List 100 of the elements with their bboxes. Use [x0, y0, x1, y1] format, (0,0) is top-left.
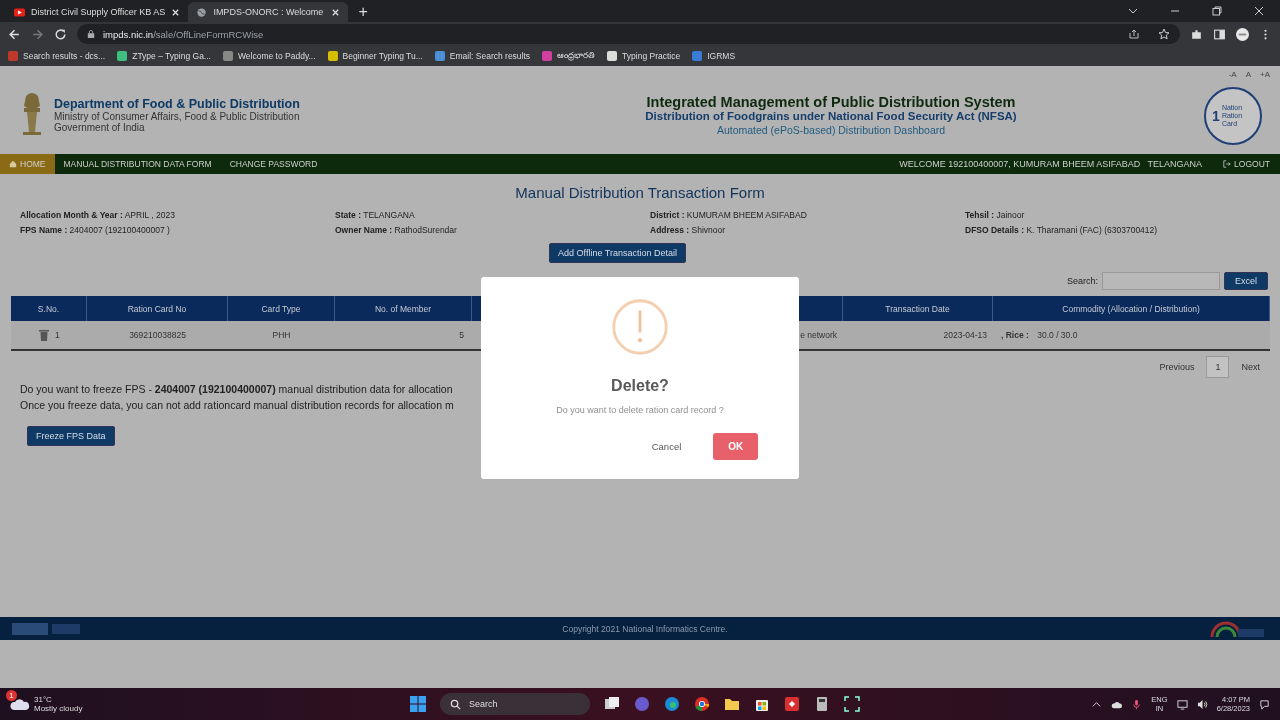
table-cell: 2023-04-13: [843, 321, 993, 349]
freeze-button[interactable]: Freeze FPS Data: [27, 426, 115, 446]
bookmark-icon: [117, 51, 128, 61]
warning-icon: [610, 297, 670, 357]
bookmark-icon: [222, 51, 233, 61]
screen-capture-icon[interactable]: [844, 696, 860, 712]
folder-icon[interactable]: [724, 696, 740, 712]
table-cell: PHH: [228, 321, 335, 349]
temperature-text: 31°C: [34, 695, 53, 704]
video-icon: [14, 7, 25, 17]
share-icon[interactable]: [1128, 28, 1140, 40]
info-field: State : TELANGANA: [335, 210, 650, 220]
close-icon[interactable]: [1253, 5, 1265, 17]
close-icon[interactable]: [171, 7, 181, 17]
ministry-name: Ministry of Consumer Affairs, Food & Public Distribution: [54, 111, 300, 122]
nav-item[interactable]: MANUAL DISTRIBUTION DATA FORM: [54, 154, 221, 174]
microphone-icon[interactable]: [1131, 698, 1143, 710]
excel-button[interactable]: Excel: [1224, 272, 1268, 290]
home-icon: [9, 160, 17, 168]
column-header: S.No.: [11, 296, 87, 321]
cancel-button[interactable]: Cancel: [643, 435, 690, 458]
bookmark-link[interactable]: Email: Search results: [434, 51, 531, 61]
weather-icon[interactable]: [10, 697, 30, 711]
freeze-notice: Do you want to freeze FPS - 2404007 (192100400007) manual distribution data for allocation: [20, 383, 454, 395]
lock-icon: [87, 29, 95, 39]
add-transaction-button[interactable]: Add Offline Transaction Detail: [549, 243, 686, 263]
bookmark-link[interactable]: ఆంధ్రభారతి: [542, 50, 596, 62]
logout-link[interactable]: LOGOUT: [1214, 154, 1280, 174]
calculator-icon[interactable]: [814, 696, 830, 712]
table-cell: 5: [335, 321, 472, 349]
side-panel-icon[interactable]: [1213, 27, 1226, 41]
column-header: Ration Card No: [87, 296, 228, 321]
notification-icon[interactable]: [1259, 698, 1270, 710]
copyright-text: Copyright 2021 National Informatics Centre.: [561, 623, 729, 634]
logout-icon: [1223, 160, 1232, 168]
back-icon[interactable]: [8, 27, 21, 41]
bookmark-link[interactable]: IGRMS: [692, 51, 736, 61]
edge-icon[interactable]: [664, 696, 680, 712]
freeze-notice: Once you freeze data, you can not add rationcard manual distribution records for allocation m: [20, 399, 455, 411]
trash-icon[interactable]: [39, 329, 49, 341]
form-title: Manual Distribution Transaction Form: [514, 184, 766, 201]
bookmark-link[interactable]: Welcome to Paddy...: [222, 51, 316, 61]
profile-avatar-icon[interactable]: [1236, 27, 1249, 41]
chrome-icon[interactable]: [694, 696, 710, 712]
table-cell: , Rice : 30.0 / 30.0: [993, 321, 1270, 349]
task-view-icon[interactable]: [604, 696, 620, 712]
browser-tab[interactable]: District Civil Supply Officer KB AS: [6, 2, 189, 22]
info-field: Tehsil : Jainoor: [965, 210, 1280, 220]
pagination-link[interactable]: 1: [1206, 356, 1230, 378]
column-header: Commodity (Allocation / Distribution): [993, 296, 1270, 321]
bookmark-icon: [607, 51, 618, 61]
info-field: District : KUMURAM BHEEM ASIFABAD: [650, 210, 965, 220]
speaker-icon[interactable]: [1196, 698, 1208, 710]
taskbar-search-field[interactable]: Search: [440, 693, 590, 715]
browser-tab[interactable]: IMPDS-ONORC : Welcome: [188, 2, 349, 22]
department-name: Department of Food & Public Distribution: [54, 97, 300, 111]
site-subtitle: Distribution of Foodgrains under National Food Security Act (NFSA): [645, 110, 1017, 122]
close-icon[interactable]: [331, 7, 341, 17]
app-icon[interactable]: [784, 696, 800, 712]
bookmark-link[interactable]: ZType – Typing Ga...: [117, 51, 211, 61]
government-name: Government of India: [54, 122, 146, 133]
star-icon[interactable]: [1158, 28, 1170, 40]
welcome-text: WELCOME 192100400007, KUMURAM BHEEM ASIFABAD TELANGANA: [899, 158, 1204, 171]
column-header: No. of Member: [335, 296, 472, 321]
site-title: Integrated Management of Public Distribution System: [646, 94, 1016, 110]
start-icon[interactable]: [410, 696, 426, 712]
bookmark-icon: [542, 51, 553, 61]
chat-icon[interactable]: [634, 696, 650, 712]
forward-icon[interactable]: [31, 27, 44, 41]
globe-icon: [196, 7, 208, 17]
font-size-link[interactable]: -A: [1228, 70, 1237, 80]
bookmark-link[interactable]: Typing Practice: [607, 51, 681, 61]
nav-item[interactable]: CHANGE PASSWORD: [220, 154, 327, 174]
search-icon: [450, 698, 461, 710]
notification-badge: 1: [6, 690, 17, 701]
font-size-link[interactable]: +A: [1260, 70, 1270, 80]
info-field: Owner Name : RathodSurendar: [335, 225, 650, 235]
column-header: Transaction Date: [843, 296, 993, 321]
new-tab-button[interactable]: +: [348, 2, 378, 22]
info-field: FPS Name : 2404007 (192100400007 ): [20, 225, 335, 235]
info-field: Address : Shivnoor: [650, 225, 965, 235]
dashboard-subtitle: Automated (ePoS-based) Distribution Dashboard: [716, 124, 946, 136]
info-field: DFSO Details : K. Tharamani (FAC) (6303700412): [965, 225, 1280, 235]
bookmark-link[interactable]: Beginner Typing Tu...: [327, 51, 423, 61]
font-size-link[interactable]: A: [1245, 70, 1251, 80]
reload-icon[interactable]: [54, 27, 67, 41]
search-field[interactable]: [1102, 272, 1220, 290]
dialog-title: Delete?: [611, 377, 669, 395]
search-label: Search:: [1066, 276, 1098, 286]
bookmark-link[interactable]: Search results - dcs...: [8, 51, 106, 61]
info-field: Allocation Month & Year : APRIL , 2023: [20, 210, 335, 220]
table-cell: 369210038825: [87, 321, 228, 349]
bookmark-icon: [692, 51, 703, 61]
pagination-link[interactable]: Previous: [1159, 362, 1195, 372]
weather-text: Mostly cloudy: [34, 704, 83, 713]
pagination-link[interactable]: Next: [1241, 362, 1260, 372]
restore-icon[interactable]: [1211, 5, 1223, 17]
address-field[interactable]: impds.nic.in/sale/OffLineFormRCWise: [77, 24, 1180, 44]
column-header: Card Type: [228, 296, 335, 321]
bookmark-icon: [327, 51, 338, 61]
